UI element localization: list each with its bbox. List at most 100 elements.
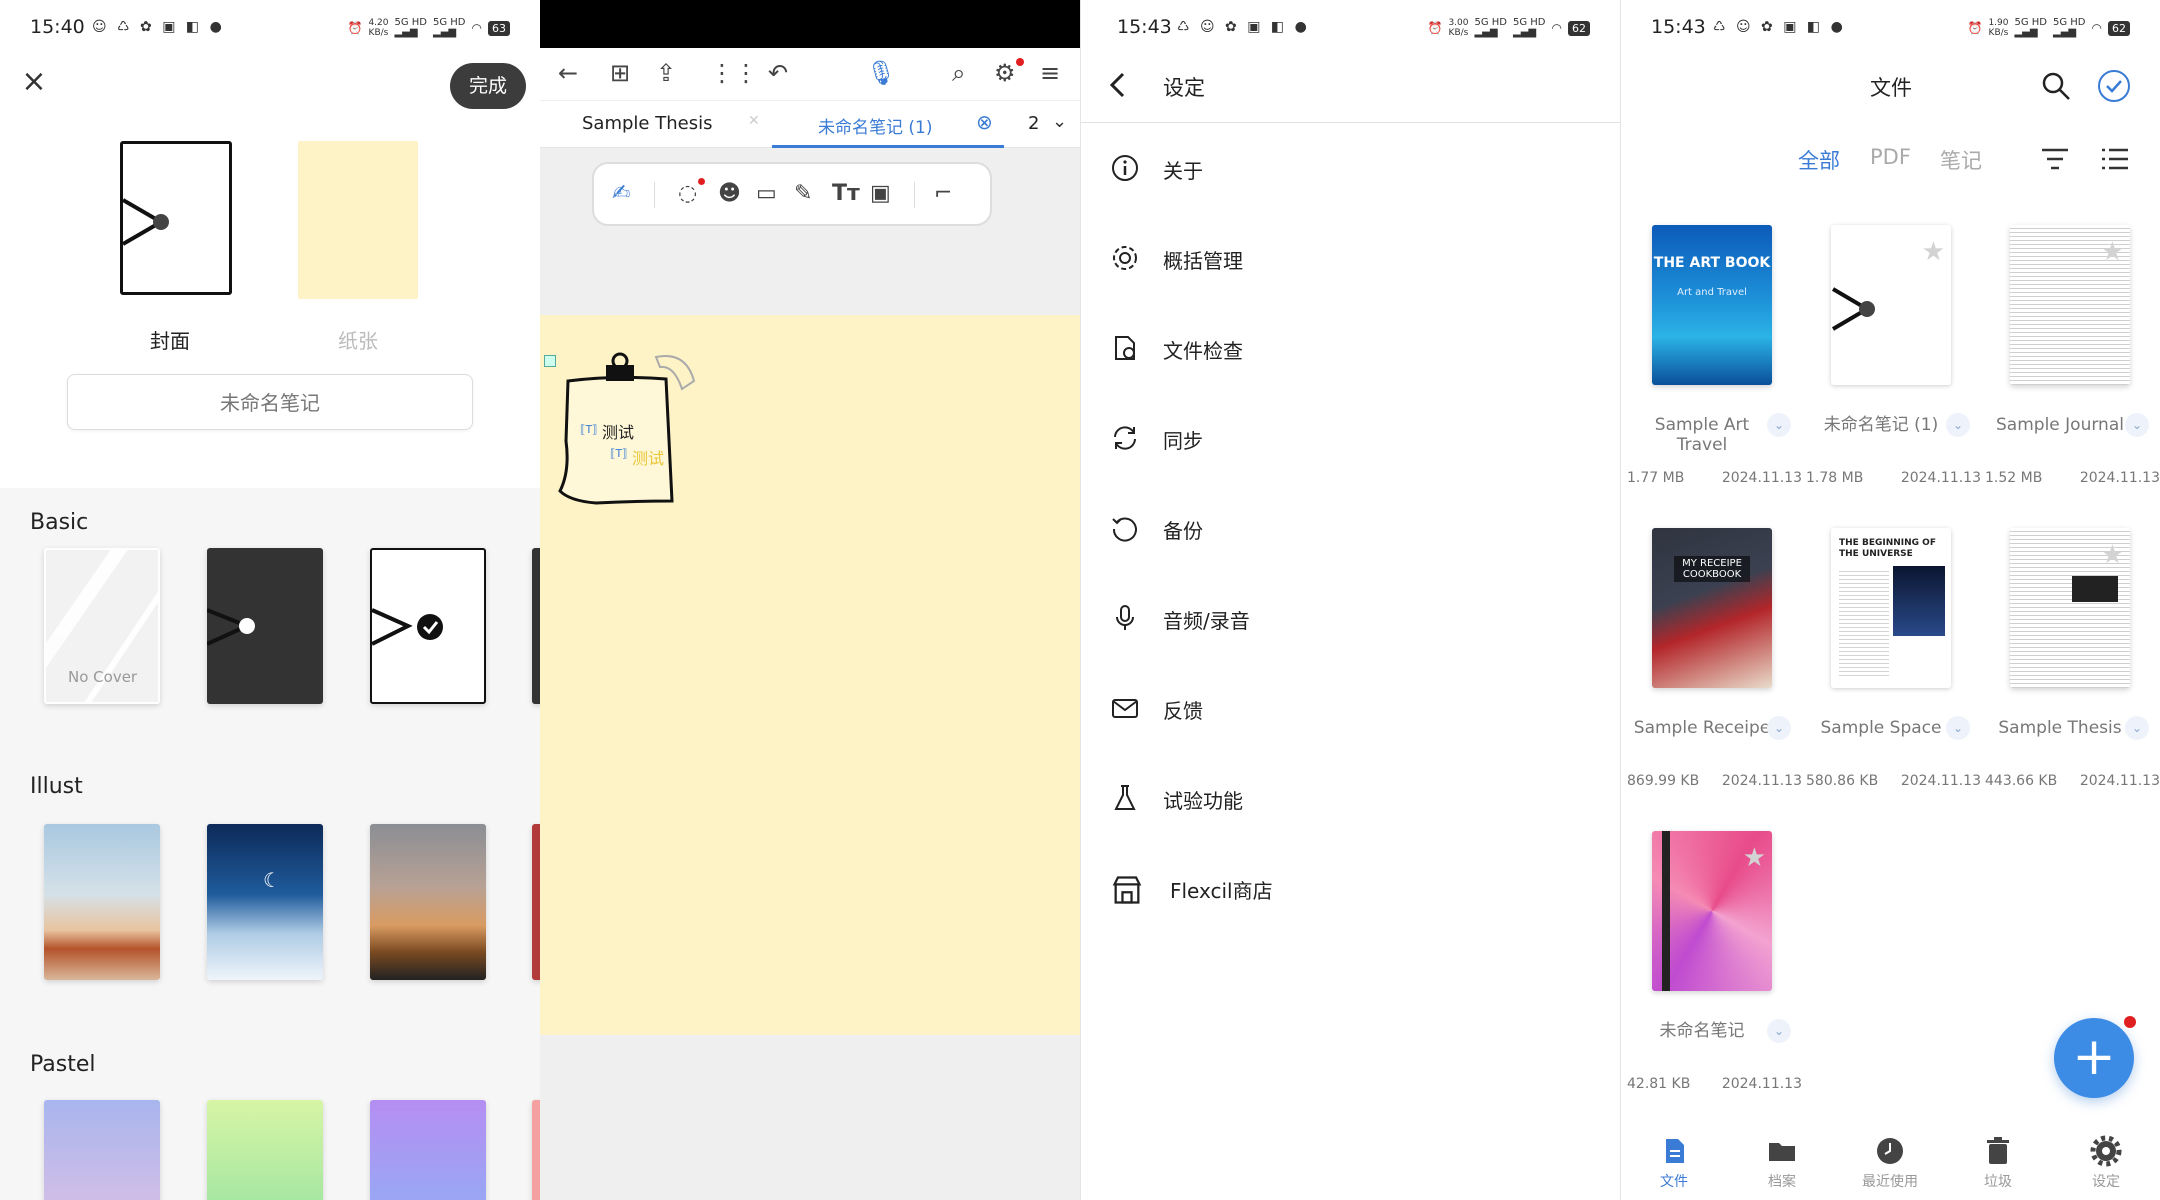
grid-view-icon[interactable]: ⊞ xyxy=(610,58,630,88)
settings-item-sync[interactable]: 同步 xyxy=(1080,409,1620,469)
shape-select-icon[interactable]: ⌐ xyxy=(934,180,952,208)
export-icon[interactable]: ⇪ xyxy=(656,58,676,88)
cover-pastel-partial[interactable] xyxy=(532,1100,540,1200)
tab-cover[interactable]: 封面 xyxy=(150,325,190,354)
settings-item-feedback[interactable]: 反馈 xyxy=(1080,679,1620,739)
note-name-input[interactable]: 未命名笔记 xyxy=(67,374,473,430)
status-time: 15:43 xyxy=(1117,16,1172,38)
cover-gallery: Basic No Cover Illust ☾ Pastel xyxy=(0,488,540,1200)
filter-tab-all[interactable]: 全部 xyxy=(1798,145,1840,175)
cover-pastel-1[interactable] xyxy=(44,1100,160,1200)
file-card-untitled-note[interactable]: ★ 未命名笔记 ⌄ 42.81 KB 2024.11.13 xyxy=(1627,831,1802,1131)
tab-paper[interactable]: 纸张 xyxy=(338,325,378,354)
favorite-star-icon[interactable]: ★ xyxy=(1743,843,1766,873)
tab-untitled-note[interactable]: 未命名笔记 (1) xyxy=(818,113,932,138)
file-thumbnail: MY RECEIPE COOKBOOK xyxy=(1652,528,1772,688)
cover-pastel-2[interactable] xyxy=(207,1100,323,1200)
cover-title-text: MY RECEIPE COOKBOOK xyxy=(1674,556,1750,582)
nav-files[interactable]: 文件 xyxy=(1620,1135,1728,1191)
mail-icon xyxy=(1112,699,1138,718)
settings-item-general[interactable]: 概括管理 xyxy=(1080,229,1620,289)
chevron-down-icon[interactable]: ⌄ xyxy=(1767,1019,1791,1043)
chevron-down-icon[interactable]: ⌄ xyxy=(1946,716,1970,740)
alarm-icon: ⏰ xyxy=(1427,21,1443,35)
status-bar: 15:43 ♺ ☺ ✿ ▣ ◧ ● ⏰ 1.90 KB/s 5G HD ▂▄▆ 5G… xyxy=(1621,0,2160,56)
cover-illust-night[interactable]: ☾ xyxy=(207,824,323,980)
toolbox-icon[interactable]: ⚙ xyxy=(994,58,1016,88)
apps-icon[interactable]: ⋮⋮ xyxy=(710,58,758,88)
image-icon[interactable]: ▣ xyxy=(870,180,891,208)
search-icon[interactable]: ⌕ xyxy=(952,58,965,88)
file-card-sample-receipe[interactable]: MY RECEIPE COOKBOOK Sample Receipe ⌄ 869… xyxy=(1627,528,1802,828)
net-speed: 1.90 KB/s xyxy=(1988,18,2009,38)
file-icon xyxy=(1666,1139,1684,1163)
canvas-text-1[interactable]: 测试 xyxy=(602,419,634,443)
favorite-star-icon[interactable]: ★ xyxy=(2101,237,2124,267)
microphone-icon[interactable]: 🎙 xyxy=(866,58,896,88)
add-file-button[interactable]: + xyxy=(2054,1018,2134,1098)
back-chevron-icon[interactable] xyxy=(1107,70,1127,100)
cover-white-selected[interactable] xyxy=(370,548,486,704)
close-tab-active-icon[interactable]: ⊗ xyxy=(976,110,993,134)
chevron-down-icon[interactable]: ⌄ xyxy=(1767,716,1791,740)
page-number[interactable]: 2 xyxy=(1028,113,1039,134)
chevron-down-icon[interactable]: ⌄ xyxy=(2125,413,2149,437)
comment-icon[interactable]: ▭ xyxy=(756,180,777,208)
chevron-down-icon[interactable]: ⌄ xyxy=(1052,111,1067,132)
clipboard-sticker[interactable] xyxy=(556,351,716,521)
canvas-text-2[interactable]: 测试 xyxy=(632,445,664,469)
chevron-down-icon[interactable]: ⌄ xyxy=(1946,413,1970,437)
filter-tab-pdf[interactable]: PDF xyxy=(1870,145,1911,169)
list-view-icon[interactable] xyxy=(2100,146,2130,172)
settings-item-store[interactable]: Flexcil商店 xyxy=(1080,859,1620,919)
undo-icon[interactable]: ↶ xyxy=(768,58,788,88)
file-card-sample-journal[interactable]: ★ Sample Journal ⌄ 1.52 MB 2024.11.13 xyxy=(1985,225,2160,525)
cover-pastel-3[interactable] xyxy=(370,1100,486,1200)
nav-trash[interactable]: 垃圾 xyxy=(1944,1135,2052,1191)
settings-item-file-check[interactable]: 文件检查 xyxy=(1080,319,1620,379)
file-card-sample-art-travel[interactable]: THE ART BOOK Art and Travel Sample Art T… xyxy=(1627,225,1802,525)
menu-icon[interactable]: ≡ xyxy=(1040,58,1060,88)
settings-item-backup[interactable]: 备份 xyxy=(1080,499,1620,559)
file-meta: 42.81 KB 2024.11.13 xyxy=(1627,1076,1802,1092)
cover-illust-sunset[interactable] xyxy=(370,824,486,980)
settings-item-label: 概括管理 xyxy=(1163,249,1243,273)
cover-partial[interactable] xyxy=(532,548,540,704)
sticker-icon[interactable]: ☻ xyxy=(718,180,741,208)
chevron-down-icon[interactable]: ⌄ xyxy=(2125,716,2149,740)
cover-preview[interactable] xyxy=(120,141,232,295)
settings-item-experimental[interactable]: 试验功能 xyxy=(1080,769,1620,829)
sort-icon[interactable] xyxy=(2040,146,2070,172)
note-canvas[interactable]: ⟦T⟧ 测试 ⟦T⟧ 测试 xyxy=(540,315,1080,1035)
cover-illust-partial[interactable] xyxy=(532,824,540,980)
done-button[interactable]: 完成 xyxy=(450,63,526,109)
lasso-icon[interactable]: ◌ xyxy=(678,180,697,208)
settings-item-about[interactable]: 关于 xyxy=(1080,139,1620,199)
settings-item-audio[interactable]: 音频/录音 xyxy=(1080,589,1620,649)
tab-sample-thesis[interactable]: Sample Thesis xyxy=(582,113,712,134)
file-card-sample-thesis[interactable]: ★ Sample Thesis ⌄ 443.66 KB 2024.11.13 xyxy=(1985,528,2160,828)
close-tab-icon[interactable]: ✕ xyxy=(748,113,760,129)
search-icon[interactable] xyxy=(2040,70,2072,102)
file-card-sample-space[interactable]: THE BEGINNING OF THE UNIVERSE Sample Spa… xyxy=(1806,528,1981,828)
favorite-star-icon[interactable]: ★ xyxy=(2101,540,2124,570)
favorite-star-icon[interactable]: ★ xyxy=(1922,237,1945,267)
nav-recent[interactable]: 最近使用 xyxy=(1836,1135,1944,1191)
nav-archive[interactable]: 档案 xyxy=(1728,1135,1836,1191)
select-check-icon[interactable] xyxy=(2096,68,2132,104)
text-tool-icon[interactable]: Tт xyxy=(832,180,860,208)
wifi-icon: ◠ xyxy=(2091,21,2102,35)
chevron-down-icon[interactable]: ⌄ xyxy=(1767,413,1791,437)
cover-black[interactable] xyxy=(207,548,323,704)
paper-preview[interactable] xyxy=(298,141,418,299)
close-icon[interactable]: × xyxy=(18,66,50,98)
pen-tool-icon[interactable]: ✍ xyxy=(612,180,630,208)
filter-tab-notes[interactable]: 笔记 xyxy=(1940,145,1982,175)
nav-settings[interactable]: 设定 xyxy=(2052,1135,2160,1191)
back-arrow-icon[interactable]: ← xyxy=(558,58,578,88)
cover-no-cover[interactable]: No Cover xyxy=(44,548,160,704)
file-card-untitled-note-1[interactable]: ★ 未命名笔记 (1) ⌄ 1.78 MB 2024.11.13 xyxy=(1806,225,1981,525)
signal-icon-2: 5G HD ▂▄▆ xyxy=(1513,17,1546,38)
cover-illust-desert[interactable] xyxy=(44,824,160,980)
highlighter-icon[interactable]: ✎ xyxy=(794,180,812,208)
